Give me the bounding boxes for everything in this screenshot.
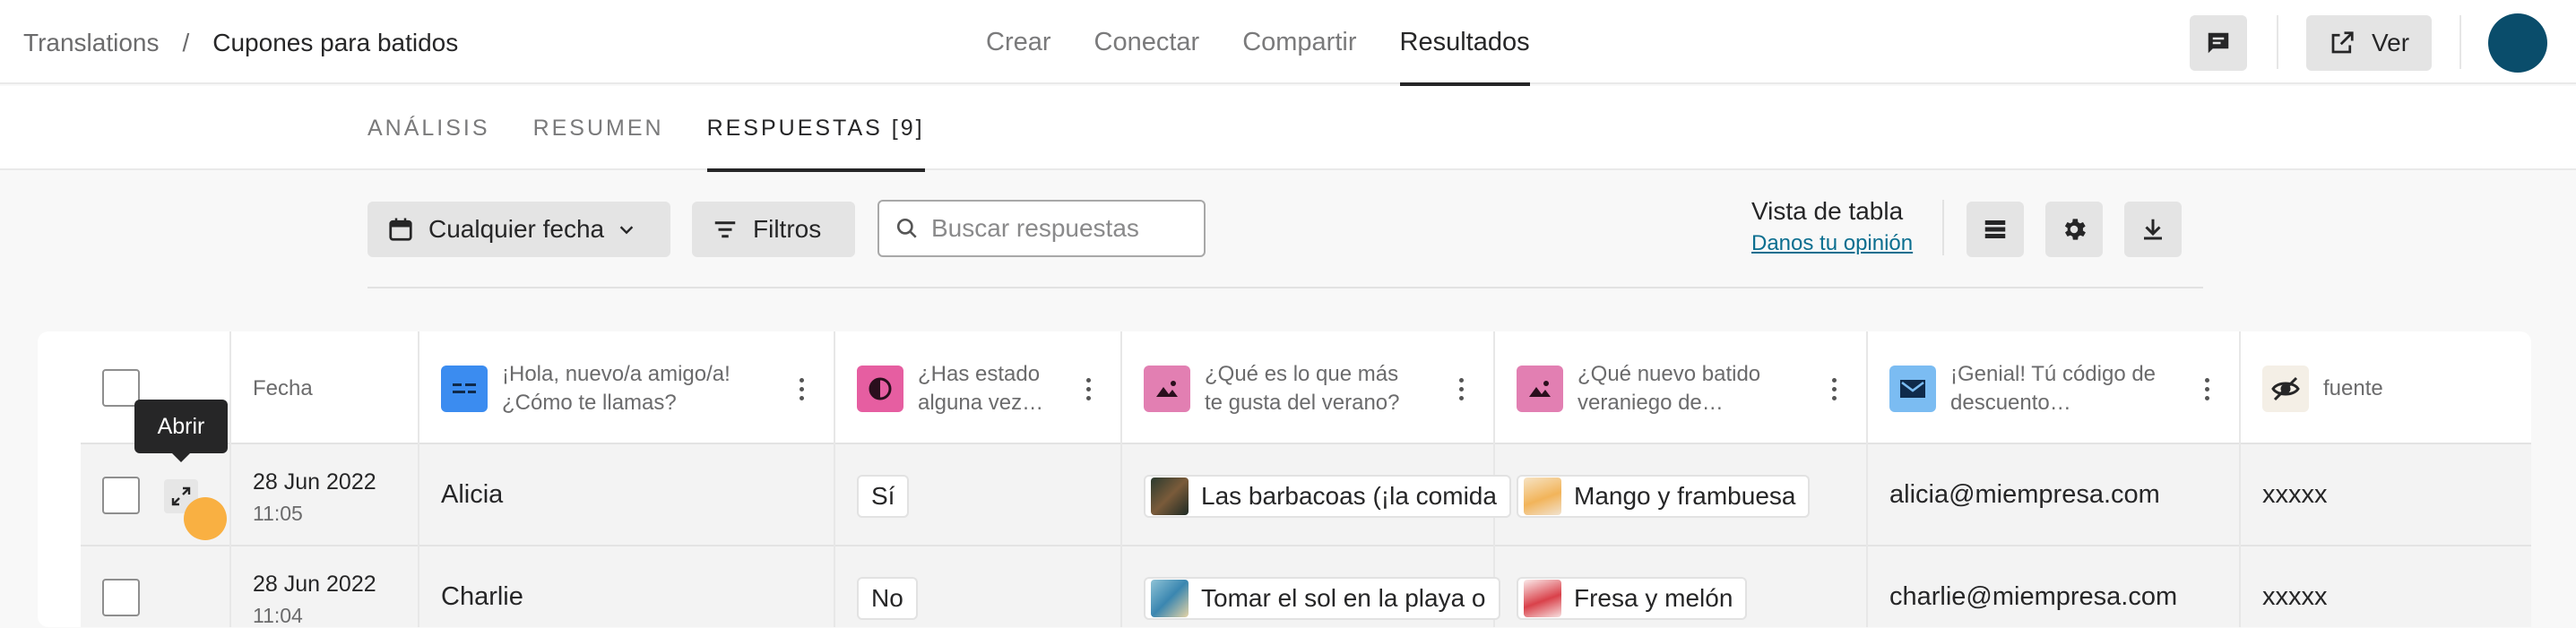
header-divider <box>2277 15 2278 69</box>
breadcrumb-separator: / <box>182 29 190 56</box>
answer-chip: Fresa y melón <box>1517 577 1748 620</box>
main-nav: Crear Conectar Compartir Resultados <box>986 0 1573 86</box>
row-density-button[interactable] <box>1967 202 2024 257</box>
answer-chip: Sí <box>857 475 910 518</box>
view-button[interactable]: Ver <box>2306 15 2432 71</box>
strawberry-smoothie-thumbnail <box>1524 580 1561 617</box>
view-button-label: Ver <box>2371 29 2410 56</box>
table-view-info: Vista de tabla Danos tu opinión <box>1751 197 1922 256</box>
chevron-down-icon <box>619 226 634 235</box>
beach-thumbnail <box>1151 580 1189 617</box>
column-menu-icon[interactable] <box>1079 371 1097 407</box>
nav-conectar[interactable]: Conectar <box>1094 0 1200 84</box>
search-icon <box>896 218 917 238</box>
nav-compartir[interactable]: Compartir <box>1242 0 1356 84</box>
mango-smoothie-thumbnail <box>1524 477 1561 515</box>
column-menu-icon[interactable] <box>2198 371 2216 407</box>
date-filter-label: Cualquier fecha <box>428 215 605 243</box>
search-input[interactable] <box>931 214 1191 243</box>
header-divider <box>2459 15 2461 69</box>
external-link-icon <box>2331 31 2354 54</box>
nav-crear[interactable]: Crear <box>986 0 1051 84</box>
comments-button[interactable] <box>2190 15 2247 71</box>
date-filter-dropdown[interactable]: Cualquier fecha <box>367 202 670 257</box>
answer-chip: Las barbacoas (¡la comida <box>1144 475 1511 518</box>
column-header-fuente[interactable]: fuente <box>2323 374 2383 403</box>
breadcrumb-current: Cupones para batidos <box>212 29 459 56</box>
gear-icon <box>2064 219 2086 240</box>
search-box <box>877 200 1206 257</box>
response-time: 11:05 <box>253 502 303 525</box>
filter-icon <box>714 221 736 238</box>
tab-analisis[interactable]: ANÁLISIS <box>367 86 490 170</box>
answer-chip: No <box>857 577 918 620</box>
open-tooltip: Abrir <box>134 400 228 462</box>
tab-resumen[interactable]: RESUMEN <box>533 86 664 170</box>
cell-email: alicia@miempresa.com <box>1889 480 2160 509</box>
column-header-fecha[interactable]: Fecha <box>253 374 313 403</box>
cell-fuente: xxxxx <box>2262 582 2328 611</box>
bbq-thumbnail <box>1151 477 1189 515</box>
row-divider <box>81 545 2531 546</box>
comment-icon <box>2208 32 2229 54</box>
yes-no-icon <box>857 366 903 412</box>
calendar-icon <box>389 218 412 241</box>
response-date: 28 Jun 2022 <box>253 572 376 597</box>
column-menu-icon[interactable] <box>792 371 810 407</box>
answer-chip: Tomar el sol en la playa o <box>1144 577 1500 620</box>
header-divider <box>81 443 2531 444</box>
tab-respuestas[interactable]: RESPUESTAS [9] <box>706 86 925 172</box>
download-icon <box>2144 219 2162 240</box>
picture-choice-icon <box>1144 366 1190 412</box>
cell-email: charlie@miempresa.com <box>1889 582 2178 611</box>
table-view-title: Vista de tabla <box>1751 197 1904 225</box>
filters-button[interactable]: Filtros <box>692 202 855 257</box>
column-header-verano[interactable]: ¿Qué es lo que más te gusta del verano? <box>1205 360 1400 417</box>
results-subnav: ANÁLISIS RESUMEN RESPUESTAS [9] <box>0 86 2576 172</box>
column-header-nuevo[interactable]: ¿Qué nuevo batido veraniego de… <box>1578 360 1760 417</box>
download-button[interactable] <box>2124 202 2182 257</box>
settings-button[interactable] <box>2045 202 2103 257</box>
select-all-checkbox[interactable] <box>102 369 140 407</box>
filters-label: Filtros <box>753 215 822 243</box>
short-text-icon <box>441 366 488 412</box>
picture-choice-icon <box>1517 366 1563 412</box>
answer-chip: Mango y frambuesa <box>1517 475 1811 518</box>
breadcrumb: Translations / Cupones para batidos <box>23 27 458 59</box>
column-header-batido[interactable]: ¿Has estado alguna vez… <box>918 360 1043 417</box>
cell-fuente: xxxxx <box>2262 480 2328 509</box>
rows-icon <box>1984 220 2006 238</box>
email-icon <box>1889 366 1936 412</box>
breadcrumb-root-link[interactable]: Translations <box>23 29 159 57</box>
toolbar-divider <box>1942 200 1944 255</box>
column-header-nombre[interactable]: ¡Hola, nuevo/a amigo/a! ¿Cómo te llamas? <box>502 360 730 417</box>
response-date: 28 Jun 2022 <box>253 469 376 495</box>
column-menu-icon[interactable] <box>1452 371 1470 407</box>
responses-table: Fecha ¡Hola, nuevo/a amigo/a! ¿Cómo te l… <box>38 331 2531 627</box>
cursor-indicator <box>184 497 227 540</box>
avatar[interactable] <box>2488 13 2547 73</box>
column-menu-icon[interactable] <box>1825 371 1843 407</box>
nav-resultados[interactable]: Resultados <box>1399 0 1530 86</box>
row-checkbox[interactable] <box>102 477 140 514</box>
toolbar-bottom-divider <box>367 287 2203 288</box>
row-checkbox[interactable] <box>102 579 140 616</box>
cell-nombre: Charlie <box>441 582 523 611</box>
top-header: Translations / Cupones para batidos Crea… <box>0 0 2576 86</box>
feedback-link[interactable]: Danos tu opinión <box>1751 231 1922 256</box>
response-time: 11:04 <box>253 604 303 627</box>
cell-nombre: Alicia <box>441 480 504 509</box>
column-header-email[interactable]: ¡Genial! Tú código de descuento… <box>1950 360 2156 417</box>
hidden-field-icon <box>2262 366 2309 412</box>
